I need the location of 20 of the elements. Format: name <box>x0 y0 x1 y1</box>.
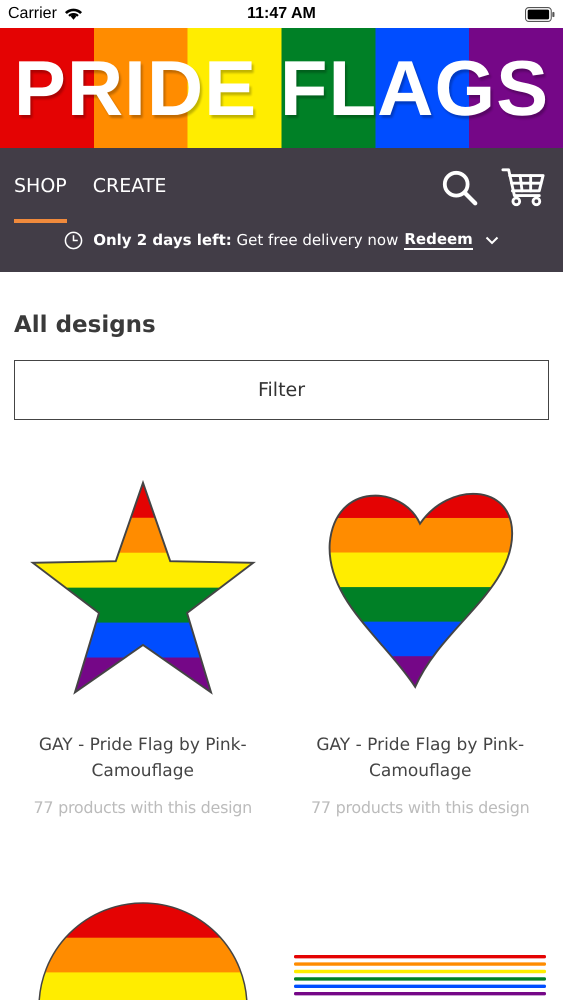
product-count: 77 products with this design <box>34 798 252 817</box>
nav-tab[interactable]: SHOP <box>14 148 67 223</box>
promo-text: Only 2 days left: Get free delivery now <box>93 231 398 249</box>
filter-button[interactable]: Filter <box>14 360 549 420</box>
clock-icon <box>64 230 84 250</box>
banner-title: PRIDE FLAGS <box>14 49 550 127</box>
carrier-name: Carrier <box>8 5 57 23</box>
battery-icon <box>525 6 555 22</box>
design-title[interactable]: GAY - Pride Flag by Pink-Camouflage <box>295 732 546 784</box>
chevron-down-icon[interactable] <box>484 236 499 244</box>
stripes-drawing[interactable] <box>294 955 546 997</box>
wifi-icon <box>64 7 83 21</box>
product-count: 77 products with this design <box>311 798 530 817</box>
section-heading: All designs <box>14 312 157 338</box>
search-icon[interactable] <box>441 169 479 207</box>
nav-tab[interactable]: CREATE <box>92 148 166 223</box>
cart-icon[interactable] <box>501 166 545 208</box>
redeem-link[interactable]: Redeem <box>404 230 473 250</box>
design-title[interactable]: GAY - Pride Flag by Pink-Camouflage <box>18 732 268 784</box>
clock-time: 11:47 AM <box>247 5 316 23</box>
